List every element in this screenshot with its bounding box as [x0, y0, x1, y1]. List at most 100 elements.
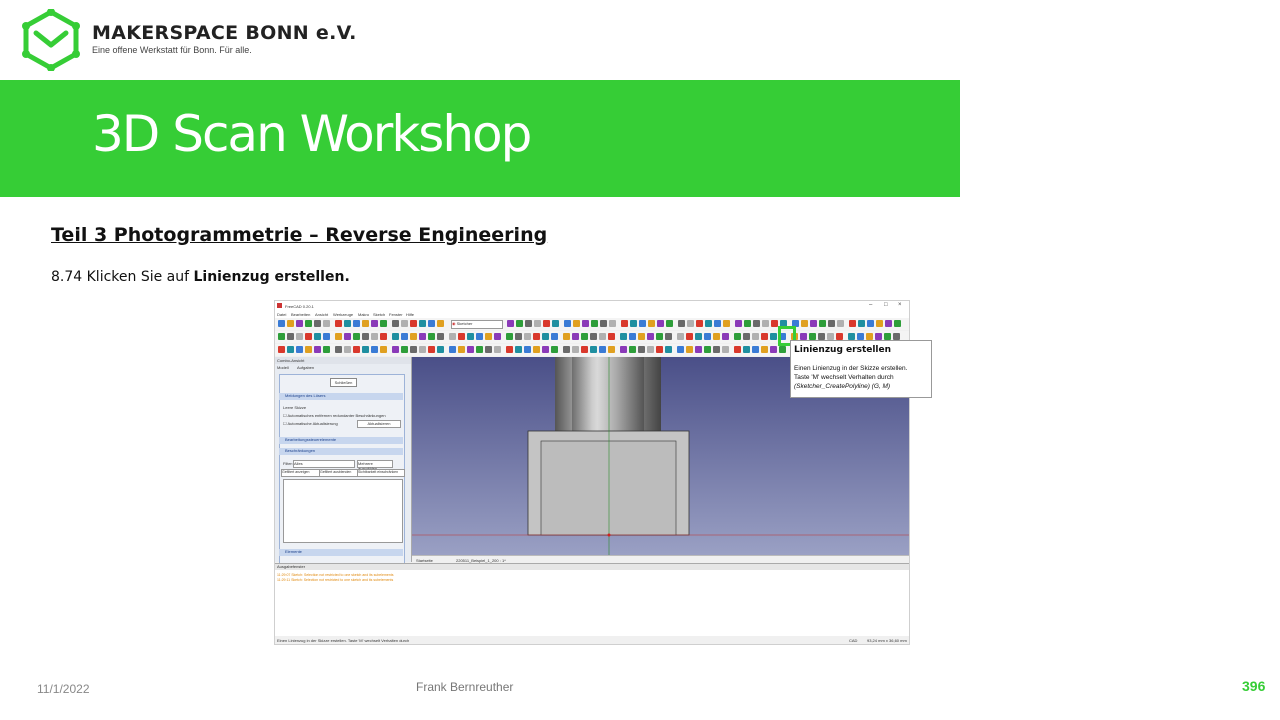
show-filtered-button[interactable]: Gefiltert anzeigen	[281, 469, 320, 477]
toolbar-tool-icon[interactable]	[305, 333, 312, 340]
toolbar-tool-icon[interactable]	[582, 320, 589, 327]
toolbar-tool-icon[interactable]	[752, 346, 759, 353]
toolbar-tool-icon[interactable]	[666, 320, 673, 327]
toolbar-tool-icon[interactable]	[401, 320, 408, 327]
toolbar-tool-icon[interactable]	[371, 346, 378, 353]
toolbar-tool-icon[interactable]	[401, 346, 408, 353]
toolbar-tool-icon[interactable]	[572, 333, 579, 340]
toolbar-tool-icon[interactable]	[599, 346, 606, 353]
update-button[interactable]: Aktualisieren	[357, 420, 401, 428]
toolbar-tool-icon[interactable]	[894, 320, 901, 327]
toolbar-tool-icon[interactable]	[665, 346, 672, 353]
toolbar-tool-icon[interactable]	[542, 346, 549, 353]
close-task-button[interactable]: Schließen	[330, 378, 357, 387]
toolbar-tool-icon[interactable]	[858, 320, 865, 327]
toolbar-tool-icon[interactable]	[362, 320, 369, 327]
toolbar-tool-icon[interactable]	[695, 346, 702, 353]
menu-sketch[interactable]: Sketch	[373, 312, 385, 317]
toolbar-tool-icon[interactable]	[771, 320, 778, 327]
toolbar-tool-icon[interactable]	[686, 333, 693, 340]
toolbar-tool-icon[interactable]	[714, 320, 721, 327]
toolbar-tool-icon[interactable]	[533, 333, 540, 340]
toolbar-tool-icon[interactable]	[419, 346, 426, 353]
toolbar-tool-icon[interactable]	[665, 333, 672, 340]
toolbar-tool-icon[interactable]	[323, 320, 330, 327]
toolbar-tool-icon[interactable]	[353, 333, 360, 340]
toolbar-tool-icon[interactable]	[296, 333, 303, 340]
toolbar-tool-icon[interactable]	[704, 346, 711, 353]
toolbar-tool-icon[interactable]	[335, 346, 342, 353]
toolbar-tool-icon[interactable]	[581, 346, 588, 353]
toolbar-tool-icon[interactable]	[762, 320, 769, 327]
auto-remove-checkbox[interactable]: ☐ Automatisches entfernen redundanter Be…	[283, 413, 386, 418]
toolbar-tool-icon[interactable]	[392, 333, 399, 340]
toolbar-tool-icon[interactable]	[314, 346, 321, 353]
menu-werkzeuge[interactable]: Werkzeuge	[333, 312, 353, 317]
toolbar-tool-icon[interactable]	[335, 320, 342, 327]
toolbar-tool-icon[interactable]	[686, 346, 693, 353]
toolbar-tool-icon[interactable]	[639, 320, 646, 327]
toolbar-tool-icon[interactable]	[743, 333, 750, 340]
toolbar-tool-icon[interactable]	[647, 346, 654, 353]
toolbar-tool-icon[interactable]	[885, 320, 892, 327]
toolbar-tool-icon[interactable]	[770, 333, 777, 340]
toolbar-tool-icon[interactable]	[314, 333, 321, 340]
auto-update-checkbox[interactable]: ☐ Automatische Aktualisierung	[283, 421, 338, 426]
toolbar-tool-icon[interactable]	[458, 346, 465, 353]
toolbar-tool-icon[interactable]	[534, 320, 541, 327]
toolbar-tool-icon[interactable]	[428, 346, 435, 353]
toolbar-tool-icon[interactable]	[278, 333, 285, 340]
toolbar-tool-icon[interactable]	[305, 346, 312, 353]
toolbar-tool-icon[interactable]	[770, 346, 777, 353]
toolbar-tool-icon[interactable]	[752, 333, 759, 340]
toolbar-tool-icon[interactable]	[507, 320, 514, 327]
toolbar-tool-icon[interactable]	[380, 333, 387, 340]
toolbar-tool-icon[interactable]	[551, 333, 558, 340]
toolbar-tool-icon[interactable]	[629, 333, 636, 340]
toolbar-tool-icon[interactable]	[380, 320, 387, 327]
toolbar-tool-icon[interactable]	[696, 320, 703, 327]
elements-header[interactable]: Elemente	[279, 549, 403, 556]
toolbar-tool-icon[interactable]	[551, 346, 558, 353]
toolbar-tool-icon[interactable]	[704, 333, 711, 340]
menu-ansicht[interactable]: Ansicht	[315, 312, 328, 317]
toolbar-tool-icon[interactable]	[344, 320, 351, 327]
toolbar-tool-icon[interactable]	[449, 333, 456, 340]
toolbar-tool-icon[interactable]	[437, 346, 444, 353]
toolbar-tool-icon[interactable]	[362, 333, 369, 340]
toolbar-tool-icon[interactable]	[543, 320, 550, 327]
toolbar-tool-icon[interactable]	[779, 346, 786, 353]
toolbar-tool-icon[interactable]	[656, 346, 663, 353]
toolbar-tool-icon[interactable]	[713, 333, 720, 340]
toolbar-tool-icon[interactable]	[620, 333, 627, 340]
menu-makro[interactable]: Makro	[358, 312, 369, 317]
toolbar-tool-icon[interactable]	[515, 333, 522, 340]
toolbar-tool-icon[interactable]	[677, 346, 684, 353]
toolbar-tool-icon[interactable]	[278, 320, 285, 327]
toolbar-tool-icon[interactable]	[695, 333, 702, 340]
toolbar-tool-icon[interactable]	[849, 320, 856, 327]
toolbar-tool-icon[interactable]	[485, 333, 492, 340]
toolbar-tool-icon[interactable]	[657, 320, 664, 327]
toolbar-tool-icon[interactable]	[590, 346, 597, 353]
toolbar-tool-icon[interactable]	[506, 346, 513, 353]
toolbar-tool-icon[interactable]	[630, 320, 637, 327]
toolbar-tool-icon[interactable]	[467, 333, 474, 340]
toolbar-tool-icon[interactable]	[677, 333, 684, 340]
constraints-list[interactable]	[283, 479, 403, 543]
toolbar-tool-icon[interactable]	[734, 333, 741, 340]
toolbar-tool-icon[interactable]	[506, 333, 513, 340]
toolbar-tool-icon[interactable]	[305, 320, 312, 327]
toolbar-tool-icon[interactable]	[371, 320, 378, 327]
toolbar-tool-icon[interactable]	[516, 320, 523, 327]
toolbar-tool-icon[interactable]	[572, 346, 579, 353]
toolbar-tool-icon[interactable]	[810, 320, 817, 327]
toolbar-tool-icon[interactable]	[884, 333, 891, 340]
toolbar-tool-icon[interactable]	[564, 320, 571, 327]
toolbar-tool-icon[interactable]	[638, 346, 645, 353]
toolbar-tool-icon[interactable]	[573, 320, 580, 327]
toolbar-tool-icon[interactable]	[761, 333, 768, 340]
toolbar-tool-icon[interactable]	[638, 333, 645, 340]
menu-fenster[interactable]: Fenster	[389, 312, 403, 317]
toolbar-tool-icon[interactable]	[656, 333, 663, 340]
